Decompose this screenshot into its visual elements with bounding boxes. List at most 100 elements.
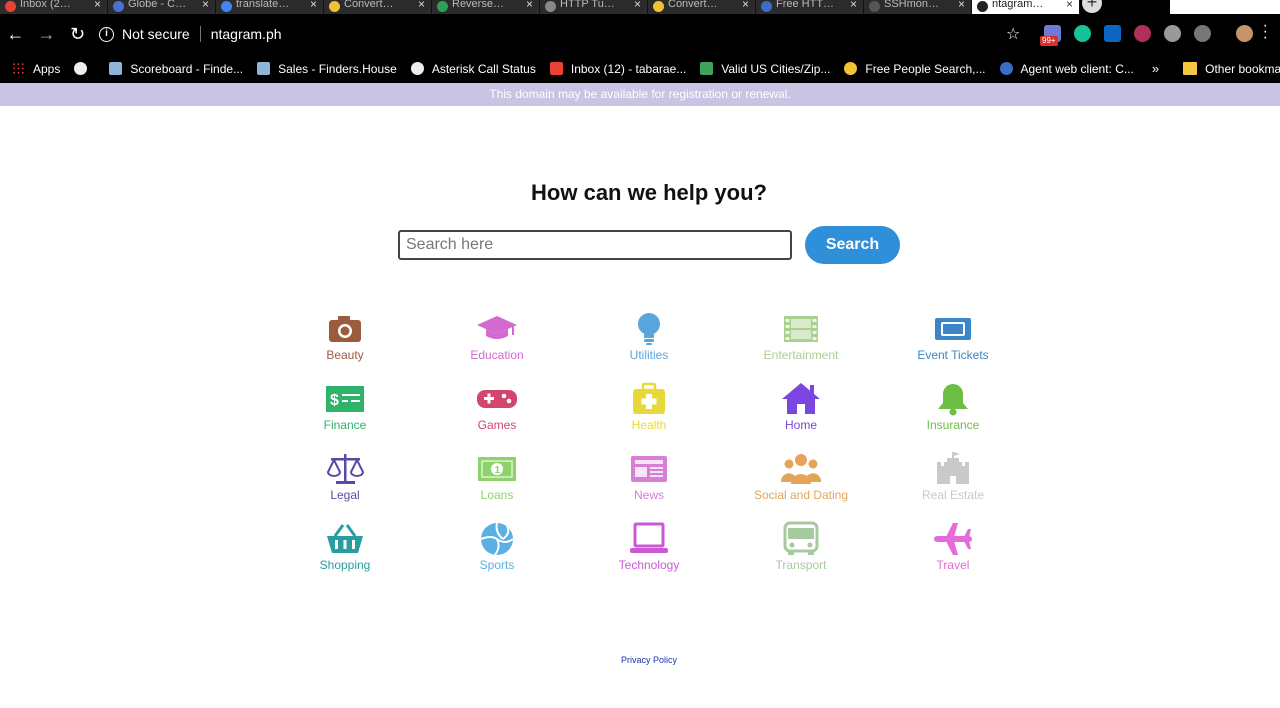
category-education[interactable]: Education: [432, 310, 562, 370]
window-controls[interactable]: [1170, 0, 1280, 14]
tab-label: ntagram…: [992, 0, 1044, 10]
category-social-and-dating[interactable]: Social and Dating: [736, 450, 866, 510]
ticket-icon: [935, 318, 971, 340]
category-utilities[interactable]: Utilities: [584, 310, 714, 370]
category-games[interactable]: Games: [432, 380, 562, 440]
browser-tab[interactable]: Globe - C… ×: [108, 0, 216, 14]
category-transport[interactable]: Transport: [736, 520, 866, 580]
category-label: Technology: [618, 558, 680, 572]
info-icon[interactable]: i: [99, 26, 114, 42]
category-insurance[interactable]: Insurance: [888, 380, 1018, 440]
gamepad-icon: [477, 390, 517, 408]
other-bookmarks-label: Other bookmarks: [1205, 61, 1280, 76]
category-label: News: [633, 488, 664, 502]
category-technology[interactable]: Technology: [584, 520, 714, 580]
search-input[interactable]: [398, 230, 792, 260]
category-label: Entertainment: [763, 348, 839, 362]
extension-icon[interactable]: [1164, 25, 1181, 42]
tab-label: HTTP Tu…: [560, 0, 615, 10]
category-home[interactable]: Home: [736, 380, 866, 440]
browser-tab[interactable]: Inbox (2… ×: [0, 0, 108, 14]
category-label: Utilities: [629, 348, 669, 362]
category-loans[interactable]: 1 Loans: [432, 450, 562, 510]
tab-close-icon[interactable]: ×: [310, 0, 317, 11]
bookmark-item[interactable]: Apps: [12, 62, 60, 76]
bookmark-item[interactable]: Free People Search,...: [844, 62, 986, 76]
browser-tab[interactable]: Convert… ×: [648, 0, 756, 14]
menu-dots-icon[interactable]: · · ·: [1263, 18, 1268, 46]
tab-close-icon[interactable]: ×: [634, 0, 641, 11]
category-entertainment[interactable]: Entertainment: [736, 310, 866, 370]
tab-close-icon[interactable]: ×: [202, 0, 209, 11]
category-beauty[interactable]: Beauty: [280, 310, 410, 370]
browser-tab[interactable]: HTTP Tu… ×: [540, 0, 648, 14]
bookmark-item[interactable]: [74, 62, 95, 75]
bookmark-item[interactable]: Valid US Cities/Zip...: [700, 62, 830, 76]
url-text[interactable]: ntagram.ph: [211, 26, 282, 42]
bookmark-star-icon[interactable]: ☆: [1006, 24, 1020, 44]
category-shopping[interactable]: Shopping: [280, 520, 410, 580]
browser-tab[interactable]: ntagram… ×: [972, 0, 1080, 14]
tab-favicon-icon: [869, 1, 880, 12]
category-sports[interactable]: Sports: [432, 520, 562, 580]
bookmark-item[interactable]: Sales - Finders.House: [257, 62, 397, 76]
category-finance[interactable]: $ Finance: [280, 380, 410, 440]
globe-icon: [74, 62, 88, 75]
browser-tab[interactable]: Reverse… ×: [432, 0, 540, 14]
browser-tab[interactable]: translate… ×: [216, 0, 324, 14]
privacy-policy-link[interactable]: Privacy Policy: [0, 655, 1280, 665]
bookmark-label: Scoreboard - Finde...: [130, 61, 244, 76]
tab-close-icon[interactable]: ×: [526, 0, 533, 11]
reload-icon[interactable]: ↻: [62, 24, 93, 45]
back-arrow-icon[interactable]: ←: [0, 24, 31, 45]
address-divider: [199, 26, 201, 42]
tab-close-icon[interactable]: ×: [850, 0, 857, 11]
tab-label: Globe - C…: [128, 0, 187, 10]
plus-icon: +: [1082, 0, 1102, 13]
tab-close-icon[interactable]: ×: [1066, 0, 1073, 11]
bookmark-item[interactable]: Asterisk Call Status: [410, 62, 536, 76]
extension-icon[interactable]: [1194, 25, 1211, 42]
browser-tab[interactable]: Convert… ×: [324, 0, 432, 14]
category-label: Sports: [479, 558, 515, 572]
grammarly-icon[interactable]: [1074, 25, 1091, 42]
search-site-icon: [844, 62, 858, 75]
category-event-tickets[interactable]: Event Tickets: [888, 310, 1018, 370]
browser-tab[interactable]: SSHmon… ×: [864, 0, 972, 14]
bookmarks-overflow-button[interactable]: »: [1152, 61, 1159, 76]
other-bookmarks-folder[interactable]: Other bookmarks: [1183, 62, 1280, 76]
scales-icon: [326, 454, 365, 484]
bookmark-item[interactable]: Scoreboard - Finde...: [109, 62, 243, 76]
category-news[interactable]: News: [584, 450, 714, 510]
plane-icon: [934, 523, 972, 555]
category-real-estate[interactable]: Real Estate: [888, 450, 1018, 510]
category-label: Insurance: [926, 418, 980, 432]
tab-close-icon[interactable]: ×: [742, 0, 749, 11]
tab-label: Inbox (2…: [20, 0, 71, 10]
category-travel[interactable]: Travel: [888, 520, 1018, 580]
extension-icon[interactable]: [1134, 25, 1151, 42]
address-bar[interactable]: i Not secure ntagram.ph: [99, 20, 1029, 48]
avatar[interactable]: [1236, 25, 1253, 42]
tab-close-icon[interactable]: ×: [958, 0, 965, 11]
apps-grid-icon: [12, 62, 25, 75]
tab-label: Convert…: [344, 0, 394, 10]
browser-tab[interactable]: Free HTT… ×: [756, 0, 864, 14]
lightbulb-icon: [638, 313, 660, 345]
category-label: Travel: [936, 558, 970, 572]
category-legal[interactable]: Legal: [280, 450, 410, 510]
tab-close-icon[interactable]: ×: [94, 0, 101, 11]
search-button[interactable]: Search: [805, 226, 900, 264]
new-tab-button[interactable]: +: [1080, 0, 1104, 14]
category-health[interactable]: Health: [584, 380, 714, 440]
forward-arrow-icon[interactable]: →: [31, 24, 62, 45]
tab-close-icon[interactable]: ×: [418, 0, 425, 11]
bookmark-item[interactable]: Agent web client: C...: [999, 62, 1134, 76]
linkedin-icon[interactable]: [1104, 25, 1121, 42]
graduation-cap-icon: [477, 316, 517, 339]
category-label: Event Tickets: [917, 348, 989, 362]
category-label: Legal: [330, 488, 360, 502]
svg-text:1: 1: [495, 465, 501, 476]
category-label: Games: [477, 418, 517, 432]
bookmark-item[interactable]: Inbox (12) - tabarae...: [549, 62, 686, 76]
